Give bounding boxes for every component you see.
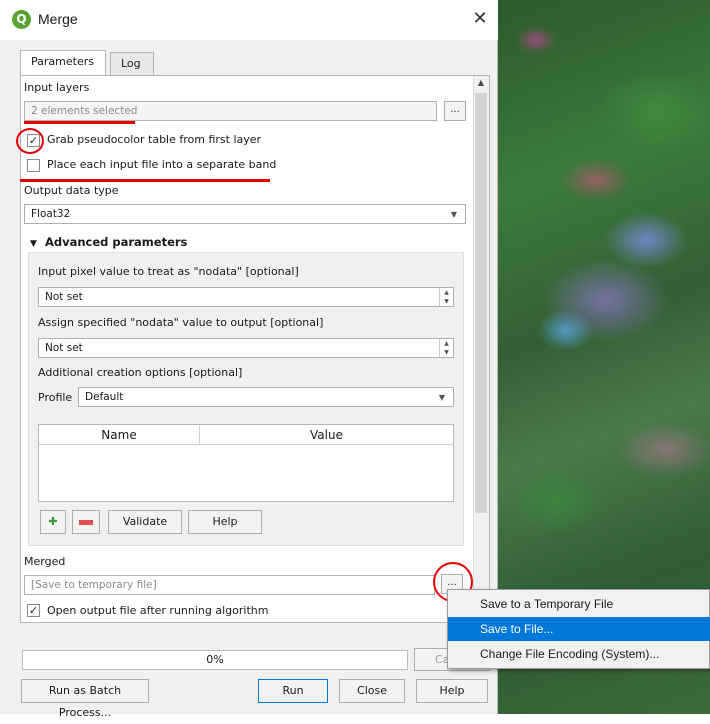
advanced-parameters-toggle[interactable]: ▼ Advanced parameters	[30, 235, 187, 249]
save-context-menu: Save to a Temporary File Save to File...…	[447, 589, 710, 669]
window-title: Merge	[38, 11, 78, 27]
run-batch-button[interactable]: Run as Batch Process...	[21, 679, 149, 719]
checkmark-icon: ✓	[28, 604, 39, 617]
separate-band-label: Place each input file into a separate ba…	[47, 158, 277, 171]
close-icon[interactable]: ✕	[468, 8, 492, 30]
chevron-down-icon: ▼	[450, 210, 457, 219]
scrollbar-thumb[interactable]	[475, 93, 487, 513]
profile-select[interactable]: Default ▼	[78, 387, 454, 407]
nodata-output-label: Assign specified "nodata" value to outpu…	[38, 316, 324, 329]
menu-item-save-temporary[interactable]: Save to a Temporary File	[448, 592, 710, 616]
menu-item-save-to-file[interactable]: Save to File...	[448, 617, 710, 641]
progress-bar: 0%	[22, 650, 408, 670]
nodata-output-value: Not set	[45, 342, 83, 354]
merged-output-placeholder: [Save to temporary file]	[31, 579, 157, 591]
close-button[interactable]: Close	[339, 679, 405, 703]
nodata-input-field[interactable]: Not set ▲ ▼	[38, 287, 454, 307]
creation-options-label: Additional creation options [optional]	[38, 366, 243, 379]
triangle-down-icon: ▼	[30, 239, 37, 249]
input-layers-label: Input layers	[24, 81, 90, 94]
nodata-input-label: Input pixel value to treat as "nodata" […	[38, 265, 299, 278]
advanced-parameters-header: Advanced parameters	[44, 235, 188, 249]
add-row-icon[interactable]: ✚	[40, 510, 66, 534]
merged-label: Merged	[24, 555, 66, 568]
separate-band-checkbox[interactable]	[27, 159, 40, 172]
tab-log[interactable]: Log	[110, 52, 154, 76]
chevron-down-icon: ▼	[438, 393, 445, 402]
spin-updown-icon[interactable]: ▲ ▼	[439, 288, 453, 306]
annotation-circle	[16, 128, 44, 154]
validate-button[interactable]: Validate	[108, 510, 182, 534]
input-layers-field[interactable]: 2 elements selected	[24, 101, 437, 121]
merge-dialog: Q Merge ✕ Parameters Log ▲ Input layers …	[0, 0, 498, 719]
help-options-button[interactable]: Help	[188, 510, 262, 534]
run-button[interactable]: Run	[258, 679, 328, 703]
nodata-output-field[interactable]: Not set ▲ ▼	[38, 338, 454, 358]
spin-updown-icon[interactable]: ▲ ▼	[439, 339, 453, 357]
open-output-checkbox[interactable]: ✓	[27, 604, 40, 617]
nodata-input-value: Not set	[45, 291, 83, 303]
merged-output-field[interactable]: [Save to temporary file]	[24, 575, 435, 595]
output-type-select[interactable]: Float32 ▼	[24, 204, 466, 224]
output-type-label: Output data type	[24, 184, 119, 197]
input-layers-browse-button[interactable]: ...	[444, 101, 466, 121]
remove-row-icon[interactable]	[72, 510, 100, 534]
qgis-logo-icon: Q	[12, 10, 31, 29]
progress-text: 0%	[206, 653, 224, 666]
profile-label: Profile	[38, 391, 73, 404]
menu-item-change-encoding[interactable]: Change File Encoding (System)...	[448, 642, 710, 666]
scroll-up-icon[interactable]: ▲	[473, 76, 489, 90]
grab-pseudocolor-label: Grab pseudocolor table from first layer	[47, 133, 262, 146]
table-header-value[interactable]: Value	[200, 425, 453, 445]
help-button[interactable]: Help	[416, 679, 488, 703]
annotation-underline	[24, 121, 135, 124]
input-layers-value: 2 elements selected	[31, 105, 138, 117]
tab-parameters[interactable]: Parameters	[20, 50, 106, 76]
open-output-label: Open output file after running algorithm	[47, 604, 269, 617]
profile-value: Default	[85, 391, 124, 403]
output-type-value: Float32	[31, 208, 71, 220]
annotation-underline	[20, 179, 270, 182]
table-header-name[interactable]: Name	[39, 425, 200, 445]
